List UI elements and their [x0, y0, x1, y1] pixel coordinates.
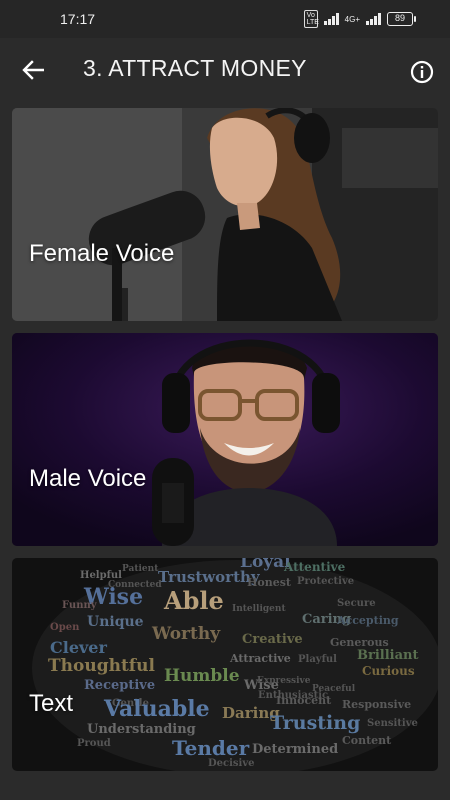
word-cloud-word: Receptive: [84, 678, 156, 693]
word-cloud-word: Peaceful: [312, 684, 356, 694]
signal-strength-icon: [323, 13, 339, 25]
battery-icon: 89: [387, 12, 416, 26]
word-cloud-word: Secure: [337, 598, 376, 609]
word-cloud-word: Creative: [242, 632, 303, 647]
status-icons: Vo LTE 4G+ 89: [303, 10, 416, 28]
word-cloud-word: Worthy: [152, 624, 221, 644]
word-cloud-word: Valuable: [104, 696, 210, 722]
word-cloud-word: Thoughtful: [48, 656, 155, 676]
word-cloud-word: Open: [50, 622, 80, 633]
battery-level: 89: [387, 12, 413, 26]
word-cloud-word: Expressive: [257, 676, 311, 686]
status-bar: 17:17 Vo LTE 4G+ 89: [0, 0, 450, 38]
status-time: 17:17: [60, 11, 96, 27]
volte-icon: Vo LTE: [303, 10, 319, 28]
word-cloud-word: Attentive: [284, 560, 346, 574]
woman-microphone-image: [12, 108, 438, 321]
word-cloud-word: Humble: [164, 666, 240, 686]
word-cloud-word: Decisive: [208, 758, 255, 769]
back-button[interactable]: [14, 52, 52, 88]
arrow-left-icon: [22, 60, 44, 80]
text-label: Text: [29, 690, 74, 717]
word-cloud-word: Accepting: [337, 614, 399, 627]
word-cloud-word: Proud: [77, 738, 111, 749]
network-type-label: 4G+: [344, 14, 360, 24]
word-cloud-word: Innocent: [276, 694, 332, 707]
text-card[interactable]: Loyal Attentive Helpful Patient Trustwor…: [12, 558, 438, 771]
word-cloud-word: Understanding: [87, 722, 196, 737]
female-voice-card[interactable]: Female Voice: [12, 108, 438, 321]
info-circle-icon: [410, 60, 434, 84]
male-voice-card[interactable]: Male Voice: [12, 333, 438, 546]
signal-strength-icon-2: [366, 13, 381, 25]
app-toolbar: 3. ATTRACT MONEY: [0, 38, 450, 102]
man-microphone-image: [12, 333, 438, 546]
word-cloud-word: Protective: [297, 576, 355, 587]
word-cloud-word: Honest: [247, 576, 291, 589]
word-cloud-word: Intelligent: [232, 604, 286, 614]
word-cloud-word: Playful: [298, 654, 337, 665]
female-voice-label: Female Voice: [29, 240, 175, 267]
word-cloud-word: Trustworthy: [158, 568, 260, 586]
word-cloud-word: Unique: [87, 614, 144, 630]
word-cloud-word: Patient: [122, 564, 159, 574]
word-cloud-word: Clever: [50, 638, 107, 657]
male-voice-label: Male Voice: [29, 465, 147, 492]
word-cloud-word: Funny: [62, 600, 97, 611]
word-cloud-word: Attractive: [230, 652, 291, 665]
word-cloud-word: Brilliant: [357, 648, 419, 663]
word-cloud-word: Determined: [252, 742, 339, 757]
word-cloud-word: Able: [164, 586, 224, 615]
word-cloud-word: Sensitive: [367, 718, 418, 729]
word-cloud-word: Trusting: [270, 712, 361, 734]
word-cloud-word: Curious: [362, 664, 415, 678]
info-button[interactable]: [404, 54, 440, 90]
word-cloud-word: Tender: [172, 736, 250, 760]
page-title: 3. ATTRACT MONEY: [83, 55, 307, 81]
word-cloud-word: Content: [342, 734, 392, 747]
word-cloud-word: Responsive: [342, 698, 412, 711]
